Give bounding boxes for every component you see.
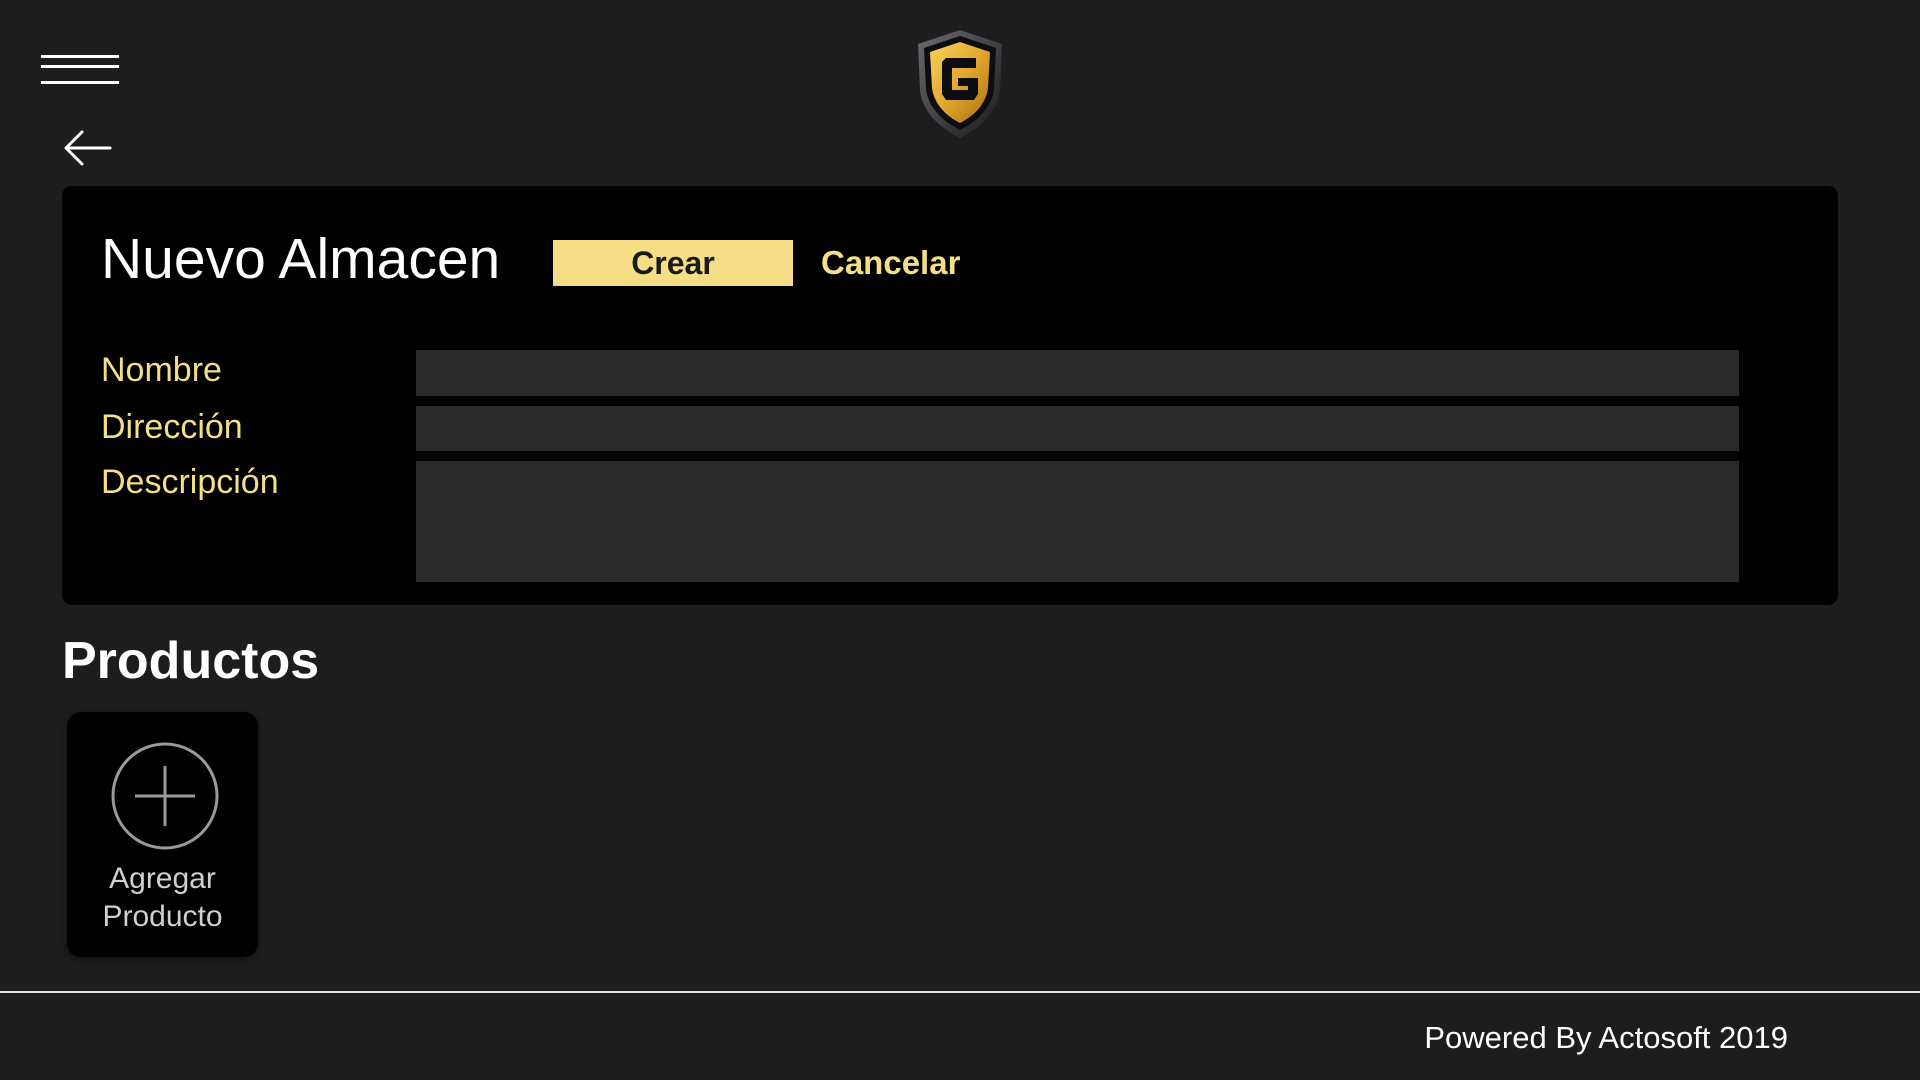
- create-button[interactable]: Crear: [553, 240, 793, 286]
- hamburger-menu-icon[interactable]: [41, 55, 119, 87]
- menu-line: [41, 65, 119, 68]
- plus-circle-icon: [111, 742, 219, 850]
- add-product-label-line1: Agregar: [109, 862, 216, 895]
- back-arrow-icon[interactable]: [62, 128, 112, 168]
- footer-credit: Powered By Actosoft 2019: [1424, 1020, 1788, 1055]
- new-warehouse-form: Nuevo Almacen Crear Cancelar Nombre Dire…: [62, 186, 1838, 605]
- address-label: Dirección: [101, 408, 243, 446]
- footer-divider: [0, 991, 1920, 993]
- add-product-label-line2: Producto: [102, 900, 223, 933]
- form-title: Nuevo Almacen: [101, 227, 501, 291]
- menu-line: [41, 55, 119, 58]
- menu-line: [41, 81, 119, 84]
- products-section-title: Productos: [62, 632, 320, 690]
- add-product-card[interactable]: Agregar Producto: [67, 712, 258, 957]
- cancel-button[interactable]: Cancelar: [821, 240, 960, 286]
- address-input[interactable]: [416, 406, 1739, 451]
- description-label: Descripción: [101, 463, 279, 501]
- add-product-label: Agregar Producto: [67, 860, 258, 936]
- name-input[interactable]: [416, 350, 1739, 396]
- description-textarea[interactable]: [416, 461, 1739, 582]
- name-label: Nombre: [101, 351, 222, 389]
- shield-logo-icon: [918, 30, 1002, 138]
- app-root: Nuevo Almacen Crear Cancelar Nombre Dire…: [0, 0, 1920, 1080]
